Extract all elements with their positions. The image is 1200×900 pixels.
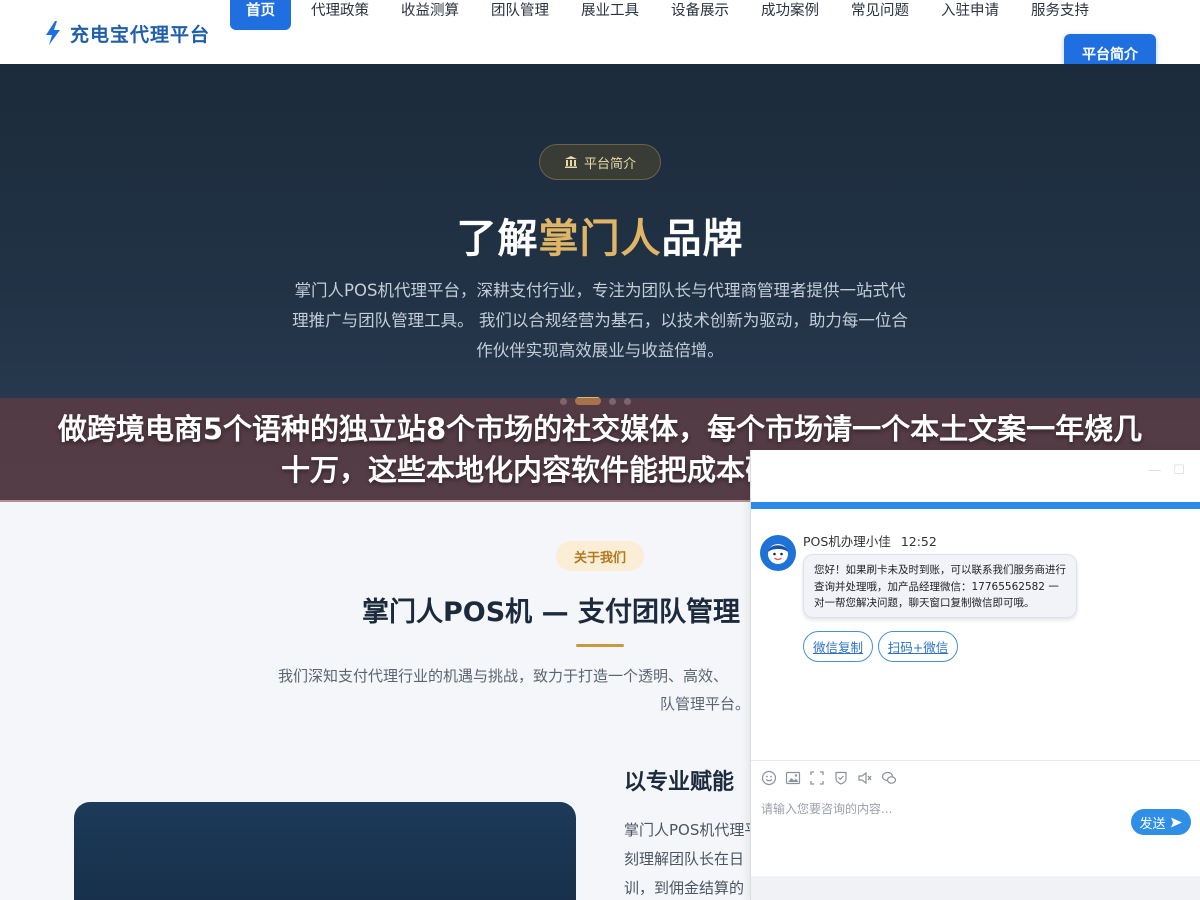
site-header: 充电宝代理平台 首页 代理政策 收益测算 团队管理 展业工具 设备展示 成功案例… bbox=[0, 0, 1200, 74]
minimize-icon[interactable]: — bbox=[1148, 464, 1162, 478]
send-arrow-icon bbox=[1170, 817, 1182, 827]
nav-faq[interactable]: 常见问题 bbox=[835, 0, 925, 30]
lightning-icon bbox=[46, 21, 60, 45]
agent-face-icon bbox=[768, 544, 788, 564]
about-desc-line2: 队管理平台。 bbox=[659, 695, 750, 713]
about-tag: 关于我们 bbox=[556, 541, 644, 571]
nav-home[interactable]: 首页 bbox=[230, 0, 291, 30]
nav-agent-policy[interactable]: 代理政策 bbox=[295, 0, 385, 30]
about-description: 我们深知支付代理行业的机遇与挑战，致力于打造一个透明、高效、 队管理平台。 bbox=[278, 662, 750, 718]
hero-badge: 平台简介 bbox=[539, 144, 661, 180]
chat-message-input[interactable] bbox=[761, 800, 1061, 818]
agent-meta: POS机办理小佳 12:52 bbox=[803, 531, 937, 550]
quick-reply-scan-wechat[interactable]: 扫码+微信 bbox=[878, 631, 958, 662]
nav-success-cases[interactable]: 成功案例 bbox=[745, 0, 835, 30]
sub-desc-line: 掌门人POS机代理平 bbox=[624, 821, 750, 839]
nav-team-management[interactable]: 团队管理 bbox=[475, 0, 565, 30]
hero-description: 掌门人POS机代理平台，深耕支付行业，专注为团队长与代理商管理者提供一站式代理推… bbox=[292, 281, 908, 360]
hero-title: 了解掌门人品牌 bbox=[0, 206, 1200, 264]
emoji-icon[interactable] bbox=[761, 770, 777, 786]
wechat-icon[interactable] bbox=[881, 770, 897, 786]
rating-icon[interactable] bbox=[833, 770, 849, 786]
message-time: 12:52 bbox=[900, 534, 937, 549]
about-subtitle-desc: 掌门人POS机代理平 刻理解团队长在日 训，到佣金结算的 bbox=[624, 816, 750, 900]
building-icon bbox=[564, 156, 577, 168]
about-title: 掌门人POS机 — 支付团队管理 bbox=[362, 597, 740, 628]
about-image bbox=[74, 802, 576, 900]
nav-business-tools[interactable]: 展业工具 bbox=[565, 0, 655, 30]
agent-avatar bbox=[760, 535, 796, 571]
quick-reply-copy-wechat[interactable]: 微信复制 bbox=[803, 631, 873, 662]
hero-badge-label: 平台简介 bbox=[583, 156, 636, 172]
send-button[interactable]: 发送 bbox=[1131, 809, 1191, 835]
sub-desc-line: 刻理解团队长在日 bbox=[624, 850, 745, 868]
title-underline bbox=[576, 644, 624, 647]
logo-text: 充电宝代理平台 bbox=[70, 23, 211, 46]
site-logo[interactable]: 充电宝代理平台 bbox=[44, 20, 210, 46]
chat-toolbar bbox=[761, 770, 897, 788]
about-subtitle: 以专业赋能 bbox=[624, 770, 735, 795]
sound-icon[interactable] bbox=[857, 770, 873, 786]
chat-widget: — ☐ POS机办理小佳 12:52 您好！如果刷卡未及时到账，可以联系我们服务商… bbox=[750, 450, 1200, 900]
sub-desc-line: 训，到佣金结算的 bbox=[624, 879, 745, 897]
chat-titlebar: — ☐ bbox=[751, 450, 1200, 502]
about-desc-line1: 我们深知支付代理行业的机遇与挑战，致力于打造一个透明、高效、 bbox=[278, 667, 729, 685]
send-button-label: 发送 bbox=[1139, 816, 1166, 832]
hero-title-pre: 了解 bbox=[456, 216, 539, 262]
chat-accent-bar bbox=[751, 502, 1200, 509]
image-icon[interactable] bbox=[785, 770, 801, 786]
message-bubble: 您好！如果刷卡未及时到账，可以联系我们服务商进行查询并处理哦，加产品经理微信：1… bbox=[803, 554, 1077, 618]
chat-footer bbox=[751, 876, 1200, 900]
maximize-icon[interactable]: ☐ bbox=[1172, 464, 1186, 478]
nav-device-showcase[interactable]: 设备展示 bbox=[655, 0, 745, 30]
hero-title-post: 品牌 bbox=[661, 216, 744, 262]
hero-title-brand: 掌门人 bbox=[538, 216, 662, 262]
screenshot-icon[interactable] bbox=[809, 770, 825, 786]
main-nav: 首页 代理政策 收益测算 团队管理 展业工具 设备展示 成功案例 常见问题 入驻… bbox=[230, 0, 1105, 30]
agent-name: POS机办理小佳 bbox=[803, 534, 891, 549]
nav-apply[interactable]: 入驻申请 bbox=[925, 0, 1015, 30]
chat-divider bbox=[751, 760, 1200, 761]
nav-support[interactable]: 服务支持 bbox=[1015, 0, 1105, 30]
nav-income-calc[interactable]: 收益测算 bbox=[385, 0, 475, 30]
